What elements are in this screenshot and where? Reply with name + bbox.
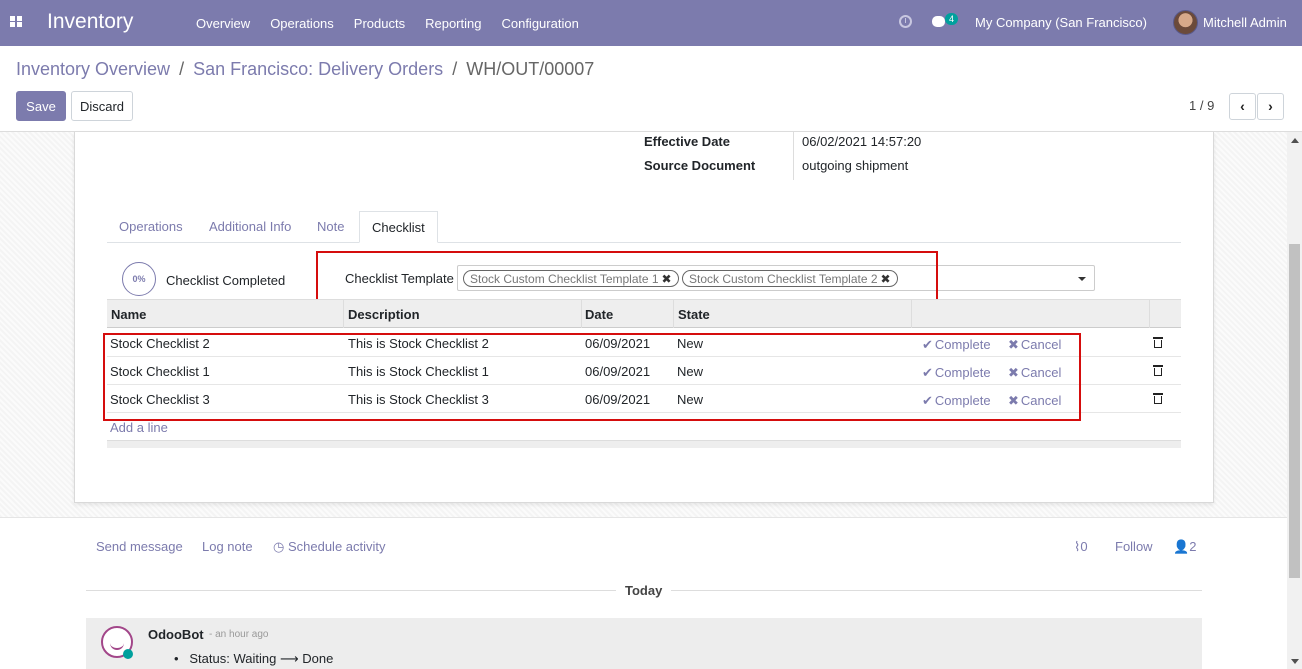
checklist-table-footer (107, 440, 1181, 448)
checklist-progress-circle: 0% (122, 262, 156, 296)
trash-icon[interactable] (1153, 336, 1163, 348)
pager-next-button[interactable]: › (1257, 93, 1284, 120)
breadcrumb-delivery-orders[interactable]: San Francisco: Delivery Orders (193, 59, 443, 79)
column-name[interactable]: Name (111, 307, 146, 322)
user-avatar[interactable] (1173, 10, 1198, 35)
source-document-value[interactable]: outgoing shipment (802, 158, 908, 173)
tab-operations[interactable]: Operations (107, 211, 195, 243)
date-separator-line (86, 590, 616, 591)
column-date[interactable]: Date (585, 307, 613, 322)
dropdown-caret-icon[interactable] (1078, 277, 1086, 281)
status-from: Waiting (233, 651, 277, 666)
app-title[interactable]: Inventory (47, 10, 133, 34)
log-note-button[interactable]: Log note (202, 539, 253, 554)
breadcrumb-separator: / (179, 59, 185, 79)
menu-overview[interactable]: Overview (186, 16, 260, 31)
save-button[interactable]: Save (16, 91, 66, 121)
main-menu: Overview Operations Products Reporting C… (186, 0, 589, 46)
schedule-activity-label: Schedule activity (287, 539, 386, 554)
attachments-button[interactable]: ⌇0 (1074, 539, 1088, 555)
column-divider (911, 300, 912, 328)
status-label: Status: (189, 651, 230, 666)
follow-button[interactable]: Follow (1115, 539, 1153, 554)
message-time: - an hour ago (209, 629, 269, 640)
column-divider (673, 300, 674, 328)
add-line-link[interactable]: Add a line (110, 420, 168, 435)
tab-checklist[interactable]: Checklist (359, 211, 438, 243)
schedule-activity-button[interactable]: ◷ Schedule activity (273, 539, 386, 555)
message-author[interactable]: OdooBot (148, 627, 204, 642)
column-divider (343, 300, 344, 328)
breadcrumb-current: WH/OUT/00007 (466, 59, 595, 79)
field-divider (793, 132, 794, 180)
notebook-tabs: Operations Additional Info Note Checklis… (107, 211, 1181, 243)
user-menu[interactable]: Mitchell Admin (1203, 15, 1287, 30)
column-description[interactable]: Description (348, 307, 420, 322)
effective-date-label: Effective Date (644, 134, 730, 149)
attachments-count: 0 (1080, 539, 1088, 554)
menu-operations[interactable]: Operations (260, 16, 344, 31)
followers-button[interactable]: 👤2 (1173, 539, 1196, 555)
discard-button[interactable]: Discard (71, 91, 133, 121)
column-state[interactable]: State (678, 307, 710, 322)
column-divider (1149, 300, 1150, 328)
status-to: Done (302, 651, 334, 666)
activity-clock-icon[interactable] (899, 15, 912, 28)
date-separator-label: Today (625, 583, 663, 598)
scroll-down-icon[interactable] (1291, 659, 1299, 664)
chat-icon[interactable] (932, 16, 945, 27)
clock-icon: ◷ (273, 539, 285, 554)
menu-products[interactable]: Products (344, 16, 415, 31)
chatter-divider (0, 517, 1287, 518)
pager-value[interactable]: 1 / 9 (1189, 98, 1214, 113)
checklist-table-header: Name Description Date State (107, 299, 1181, 328)
menu-reporting[interactable]: Reporting (415, 16, 491, 31)
column-divider (581, 300, 582, 328)
checklist-completed-label: Checklist Completed (166, 273, 286, 288)
tab-additional-info[interactable]: Additional Info (197, 211, 303, 243)
arrow-right-icon: ⟶ (279, 651, 299, 666)
chat-count-badge: 4 (945, 13, 959, 25)
send-message-button[interactable]: Send message (96, 539, 183, 554)
source-document-label: Source Document (644, 158, 756, 173)
tab-note[interactable]: Note (305, 211, 356, 243)
breadcrumb-separator: / (452, 59, 458, 79)
tracking-value: • Status: Waiting ⟶ Done (174, 651, 334, 666)
highlight-box-rows (103, 333, 1081, 421)
scrollbar-thumb[interactable] (1289, 244, 1300, 578)
heart-icon (123, 649, 133, 659)
company-switcher[interactable]: My Company (San Francisco) (975, 15, 1147, 30)
highlight-box-template (316, 251, 938, 301)
user-icon: 👤 (1173, 539, 1190, 554)
breadcrumb: Inventory Overview / San Francisco: Deli… (16, 59, 594, 80)
apps-menu-icon[interactable] (10, 16, 23, 28)
effective-date-value[interactable]: 06/02/2021 14:57:20 (802, 134, 921, 149)
breadcrumb-inventory-overview[interactable]: Inventory Overview (16, 59, 170, 79)
trash-icon[interactable] (1153, 364, 1163, 376)
trash-icon[interactable] (1153, 392, 1163, 404)
pager-previous-button[interactable]: ‹ (1229, 93, 1256, 120)
menu-configuration[interactable]: Configuration (491, 16, 588, 31)
followers-count: 2 (1189, 539, 1197, 554)
date-separator-line (671, 590, 1202, 591)
top-navbar: Inventory Overview Operations Products R… (0, 0, 1302, 46)
scroll-up-icon[interactable] (1291, 138, 1299, 143)
